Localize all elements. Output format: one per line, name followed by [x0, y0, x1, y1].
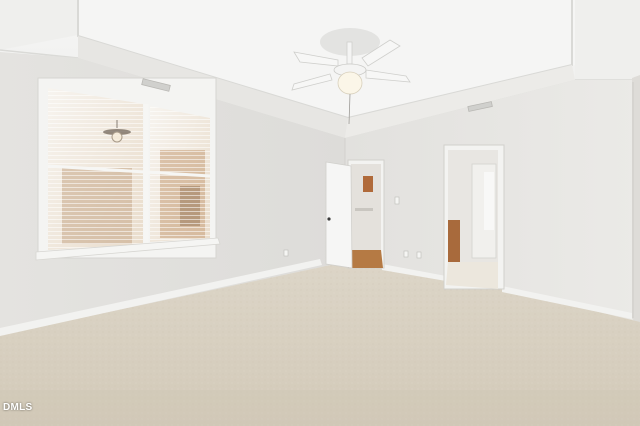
wood-floor	[348, 250, 383, 268]
fan-downrod	[346, 41, 353, 65]
wall-outlet-back-1	[403, 250, 409, 258]
bath-inner-window	[484, 172, 494, 230]
bath-vanity	[448, 220, 460, 262]
carpet-shade	[0, 390, 640, 426]
room-photo	[0, 0, 640, 426]
bathroom-doorway	[443, 144, 505, 290]
wall-outlet-left	[283, 249, 289, 257]
closet-doorway	[325, 159, 385, 269]
window	[35, 77, 221, 261]
interior-cabinet	[363, 176, 373, 192]
wall-outlet-back-2	[416, 251, 422, 259]
watermark-text: DMLS	[3, 402, 33, 413]
open-door	[325, 161, 353, 269]
interior-shelf	[355, 208, 373, 211]
door-knob	[327, 217, 331, 221]
bath-tile-floor	[446, 262, 498, 289]
fan-light	[337, 71, 363, 95]
light-switch	[394, 196, 400, 205]
